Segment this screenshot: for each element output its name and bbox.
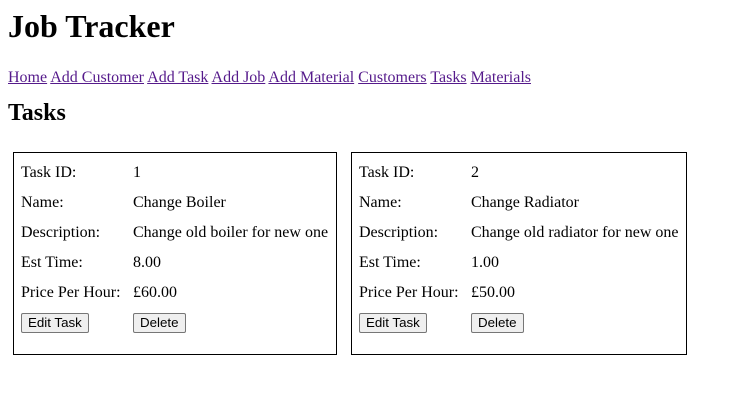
task-card: Task ID: 1 Name: Change Boiler Descripti… [13,152,337,355]
task-est-time-value: 1.00 [471,254,499,271]
task-actions: Edit Task Delete [21,308,329,338]
task-name-value: Change Boiler [133,194,226,211]
nav-link-add-job[interactable]: Add Job [212,69,266,86]
task-price-value: £60.00 [133,284,177,301]
nav-link-add-material[interactable]: Add Material [268,69,354,86]
nav-link-add-customer[interactable]: Add Customer [50,69,144,86]
nav-link-add-task[interactable]: Add Task [147,69,208,86]
delete-task-button[interactable]: Delete [133,313,186,333]
edit-cell: Edit Task [359,313,471,333]
task-name-row: Name: Change Boiler [21,188,329,218]
task-price-row: Price Per Hour: £50.00 [359,278,679,308]
task-est-time-row: Est Time: 1.00 [359,248,679,278]
edit-task-button[interactable]: Edit Task [359,313,427,333]
delete-task-button[interactable]: Delete [471,313,524,333]
nav-link-materials[interactable]: Materials [471,69,531,86]
delete-cell: Delete [133,313,186,333]
task-price-label: Price Per Hour: [21,284,121,301]
page: Job Tracker Home Add Customer Add Task A… [0,0,732,403]
task-id-label: Task ID: [359,164,415,181]
app-title: Job Tracker [8,8,175,44]
task-name-value: Change Radiator [471,194,579,211]
task-est-time-label: Est Time: [359,254,421,271]
main-nav: Home Add Customer Add Task Add Job Add M… [8,69,724,87]
task-id-value: 1 [133,164,141,181]
task-card: Task ID: 2 Name: Change Radiator Descrip… [351,152,687,355]
nav-link-customers[interactable]: Customers [358,69,426,86]
edit-task-button[interactable]: Edit Task [21,313,89,333]
task-actions: Edit Task Delete [359,308,679,338]
task-price-label: Price Per Hour: [359,284,459,301]
task-name-row: Name: Change Radiator [359,188,679,218]
task-id-row: Task ID: 1 [21,158,329,188]
task-price-value: £50.00 [471,284,515,301]
task-id-label: Task ID: [21,164,77,181]
task-description-row: Description: Change old radiator for new… [359,218,679,248]
task-description-label: Description: [21,224,101,241]
task-est-time-row: Est Time: 8.00 [21,248,329,278]
task-est-time-label: Est Time: [21,254,83,271]
task-id-row: Task ID: 2 [359,158,679,188]
task-name-label: Name: [359,194,402,211]
task-card-list: Task ID: 1 Name: Change Boiler Descripti… [8,152,724,355]
delete-cell: Delete [471,313,524,333]
nav-link-tasks[interactable]: Tasks [430,69,466,86]
nav-link-home[interactable]: Home [8,69,47,86]
task-price-row: Price Per Hour: £60.00 [21,278,329,308]
task-description-value: Change old boiler for new one [133,224,329,241]
page-heading: Tasks [8,100,66,126]
task-id-value: 2 [471,164,479,181]
task-description-row: Description: Change old boiler for new o… [21,218,329,248]
task-description-label: Description: [359,224,439,241]
task-name-label: Name: [21,194,64,211]
edit-cell: Edit Task [21,313,133,333]
task-est-time-value: 8.00 [133,254,161,271]
task-description-value: Change old radiator for new one [471,224,679,241]
